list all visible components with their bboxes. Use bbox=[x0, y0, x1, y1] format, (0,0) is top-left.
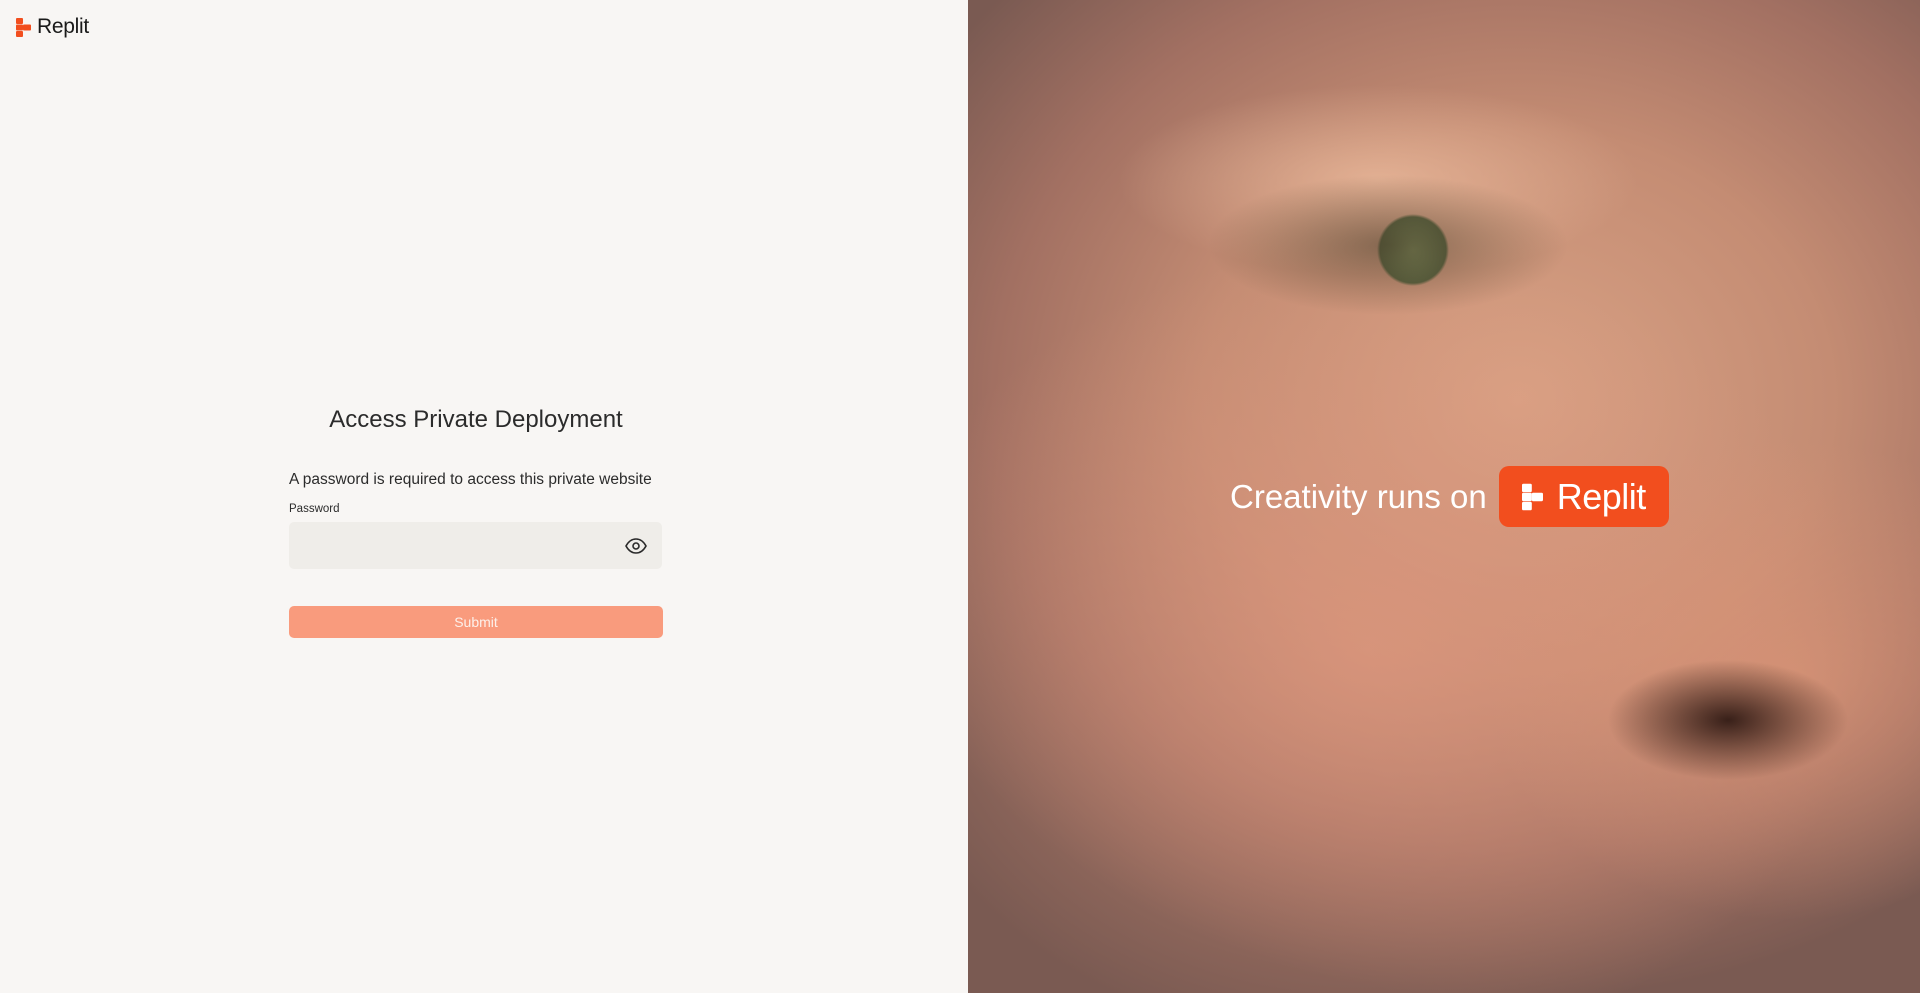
brand-name: Replit bbox=[37, 15, 89, 38]
replit-logo-icon bbox=[16, 17, 31, 37]
eye-icon bbox=[625, 537, 647, 554]
password-field-wrapper bbox=[289, 522, 662, 569]
replit-home-link[interactable]: Replit bbox=[16, 15, 89, 39]
replit-logo-icon bbox=[1521, 483, 1543, 510]
password-label: Password bbox=[289, 503, 340, 515]
replit-badge: Replit bbox=[1498, 466, 1669, 527]
hero-image: Creativity runs on Replit bbox=[968, 0, 1920, 993]
tagline-text: Creativity runs on bbox=[1230, 477, 1487, 515]
show-password-toggle[interactable] bbox=[624, 534, 648, 558]
hero-tagline: Creativity runs on Replit bbox=[1230, 466, 1669, 527]
login-panel: Replit Access Private Deployment A passw… bbox=[0, 0, 968, 993]
form-description: A password is required to access this pr… bbox=[289, 471, 652, 488]
submit-button[interactable]: Submit bbox=[289, 606, 663, 638]
page: Replit Access Private Deployment A passw… bbox=[0, 0, 1920, 993]
badge-text: Replit bbox=[1556, 475, 1647, 517]
password-input[interactable] bbox=[289, 522, 662, 569]
page-title: Access Private Deployment bbox=[329, 406, 623, 433]
password-form: Access Private Deployment A password is … bbox=[289, 398, 663, 638]
